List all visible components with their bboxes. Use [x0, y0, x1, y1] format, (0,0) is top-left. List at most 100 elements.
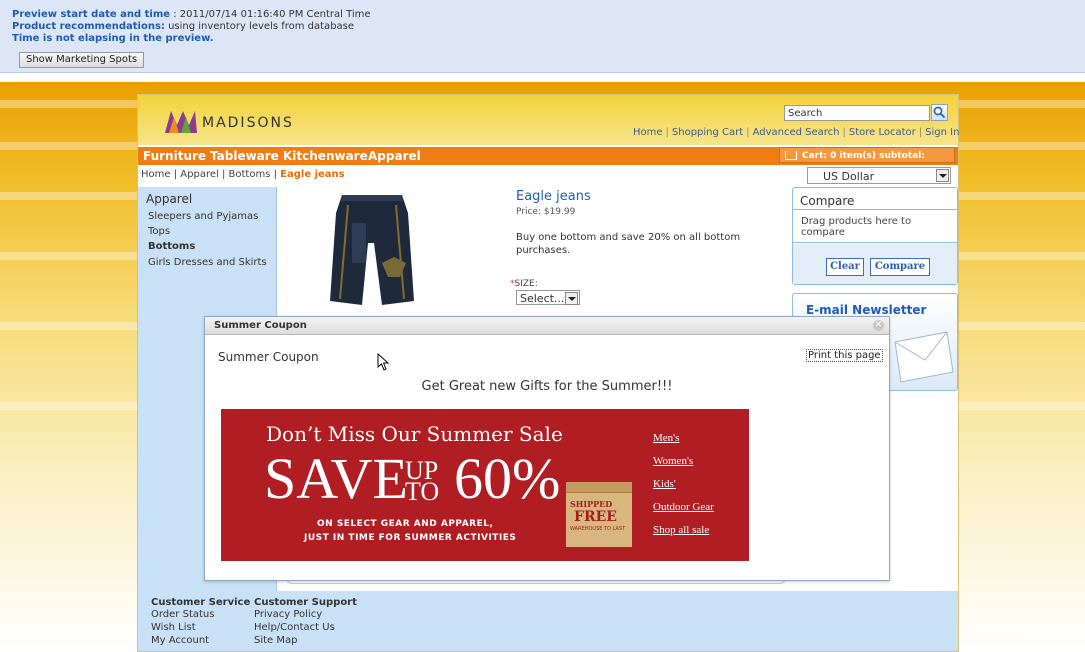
banner-link-outdoor-gear[interactable]: Outdoor Gear — [653, 501, 714, 513]
madisons-logo-icon — [165, 111, 197, 133]
banner-percent: 60% — [454, 446, 561, 511]
footer-link-my-account[interactable]: My Account — [151, 635, 209, 646]
nav-furniture[interactable]: Furniture — [143, 149, 206, 163]
footer-link-wish-list[interactable]: Wish List — [151, 622, 196, 633]
breadcrumb-apparel[interactable]: Apparel — [180, 169, 219, 180]
separator: | — [273, 169, 277, 180]
footer-link-help-contact[interactable]: Help/Contact Us — [254, 622, 335, 633]
chevron-down-icon — [936, 169, 949, 182]
preview-bar: Preview start date and time : 2011/07/14… — [0, 0, 1085, 73]
currency-value: US Dollar — [823, 170, 875, 183]
size-select-value: Select... — [520, 292, 565, 305]
print-page-link[interactable]: Print this page — [806, 349, 883, 362]
size-select[interactable]: Select... — [516, 290, 580, 305]
compare-title: Compare — [800, 194, 855, 208]
search-button[interactable] — [931, 104, 948, 121]
dialog-title: Summer Coupon — [214, 320, 307, 331]
clear-button[interactable]: Clear — [826, 258, 864, 276]
banner-save: SAVE — [264, 446, 408, 511]
dialog-titlebar[interactable]: Summer Coupon ✕ — [205, 317, 889, 335]
shipped-free-box-icon: SHIPPED FREE WAREHOUSE TO LAST — [566, 482, 632, 547]
footer-link-site-map[interactable]: Site Map — [254, 635, 297, 646]
banner-heading: Don’t Miss Our Summer Sale — [266, 422, 563, 446]
banner-link-womens[interactable]: Women's — [653, 455, 693, 467]
nav-kitchenware[interactable]: Kitchenware — [283, 149, 368, 163]
dialog-subtitle: Summer Coupon — [218, 350, 319, 364]
nav-tableware[interactable]: Tableware — [210, 149, 279, 163]
box-front: SHIPPED FREE WAREHOUSE TO LAST — [566, 492, 632, 547]
box-lid — [566, 482, 632, 492]
footer-link-order-status[interactable]: Order Status — [151, 609, 214, 620]
separator: | — [173, 169, 178, 180]
compare-panel: Compare Drag products here to compare Cl… — [792, 187, 958, 285]
left-nav-item-bottoms[interactable]: Bottoms — [148, 241, 195, 252]
left-nav-item-girls-dresses[interactable]: Girls Dresses and Skirts — [148, 257, 267, 268]
compare-button[interactable]: Compare — [870, 258, 930, 276]
search-icon — [933, 106, 946, 119]
link-advanced-search[interactable]: Advanced Search — [753, 127, 840, 138]
separator: | — [221, 169, 226, 180]
cart-icon — [785, 151, 797, 160]
product-recommendations-line: Product recommendations: using inventory… — [12, 21, 354, 32]
box-text-free: FREE — [574, 509, 617, 525]
preview-start-value: : 2011/07/14 01:16:40 PM Central Time — [170, 9, 371, 20]
separator: | — [746, 127, 750, 138]
preview-start-label: Preview start date and time — [12, 9, 171, 20]
footer-link-privacy-policy[interactable]: Privacy Policy — [254, 609, 322, 620]
brand-name: MADISONS — [202, 115, 294, 131]
footer-heading-customer-service: Customer Service — [151, 597, 251, 608]
product-recommendations-value: using inventory levels from database — [164, 21, 355, 32]
product-image[interactable] — [328, 193, 416, 306]
time-not-elapsing-line: Time is not elapsing in the preview. — [12, 33, 214, 44]
nav-apparel[interactable]: Apparel — [368, 149, 421, 163]
breadcrumb-current: Eagle jeans — [280, 169, 345, 180]
preview-start-line: Preview start date and time : 2011/07/14… — [12, 9, 371, 20]
left-nav-item-tops[interactable]: Tops — [148, 226, 170, 237]
left-nav-title[interactable]: Apparel — [146, 192, 192, 206]
compare-drop-zone[interactable]: Drag products here to compare — [793, 209, 957, 243]
mouse-cursor-icon — [377, 353, 390, 371]
chevron-down-icon — [565, 292, 578, 305]
link-shopping-cart[interactable]: Shopping Cart — [672, 127, 743, 138]
time-not-elapsing-text: Time is not elapsing in the preview. — [12, 33, 214, 44]
separator: | — [842, 127, 846, 138]
search-input[interactable]: Search — [784, 105, 930, 121]
summer-sale-banner[interactable]: Don’t Miss Our Summer Sale SAVE UP TO 60… — [221, 409, 749, 561]
compare-actions: Clear Compare — [793, 244, 957, 284]
left-nav-item-sleepers[interactable]: Sleepers and Pyjamas — [148, 211, 258, 222]
box-text-small: WAREHOUSE TO LAST — [570, 526, 626, 532]
link-store-locator[interactable]: Store Locator — [849, 127, 916, 138]
separator: | — [918, 127, 923, 138]
box-text-shipped: SHIPPED — [570, 499, 613, 509]
dialog-headline: Get Great new Gifts for the Summer!!! — [421, 379, 673, 394]
product-price: Price: $19.99 — [516, 207, 576, 217]
top-links: Home | Shopping Cart | Advanced Search | Store… — [633, 127, 959, 138]
mini-cart[interactable]: Cart: 0 item(s) subtotal: $0.00 — [779, 147, 955, 177]
breadcrumb: Home | Apparel | Bottoms | Eagle jeans — [141, 169, 345, 180]
link-home[interactable]: Home — [633, 127, 663, 138]
newsletter-title: E-mail Newsletter — [806, 303, 927, 317]
show-marketing-spots-button[interactable]: Show Marketing Spots — [19, 52, 145, 68]
close-icon[interactable]: ✕ — [873, 320, 884, 331]
size-label: *SIZE: — [510, 279, 538, 289]
footer-heading-customer-support: Customer Support — [254, 597, 357, 608]
banner-line-2: JUST IN TIME FOR SUMMER ACTIVITIES — [304, 533, 517, 543]
product-name: Eagle jeans — [516, 189, 591, 204]
link-sign-in[interactable]: Sign In — [925, 127, 959, 138]
banner-line-1: ON SELECT GEAR AND APPAREL, — [317, 519, 494, 529]
banner-to: TO — [405, 477, 440, 506]
banner-link-shop-all-sale[interactable]: Shop all sale — [653, 524, 709, 536]
breadcrumb-bottoms[interactable]: Bottoms — [229, 169, 271, 180]
footer: Customer Service Order Status Wish List … — [138, 591, 958, 651]
product-recommendations-label: Product recommendations: — [12, 21, 165, 32]
store-header: MADISONS Search Home | Shopping Cart | Advan… — [138, 95, 959, 145]
separator: | — [665, 127, 669, 138]
envelope-icon — [894, 331, 954, 383]
summer-coupon-dialog: Summer Coupon ✕ Summer Coupon Print this… — [204, 316, 890, 581]
banner-link-mens[interactable]: Men's — [653, 432, 679, 444]
size-label-text: SIZE: — [514, 279, 538, 289]
product-description: Buy one bottom and save 20% on all botto… — [516, 232, 741, 256]
banner-link-kids[interactable]: Kids' — [653, 478, 676, 490]
breadcrumb-home[interactable]: Home — [141, 169, 171, 180]
currency-select[interactable]: US Dollar — [807, 167, 951, 184]
